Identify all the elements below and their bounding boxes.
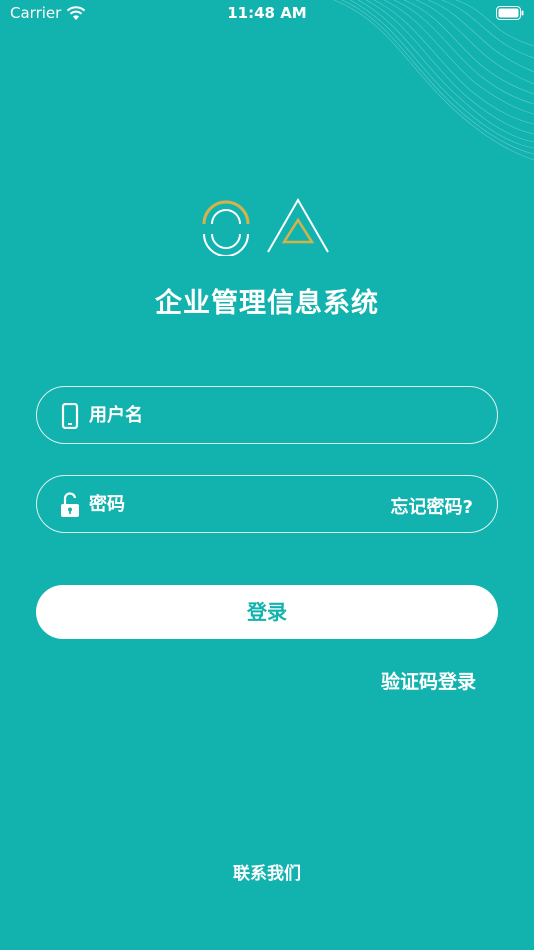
app-title: 企业管理信息系统 <box>155 288 379 319</box>
decorative-waves <box>333 0 534 161</box>
lock-icon <box>61 492 79 517</box>
password-field[interactable]: 密码 忘记密码? <box>36 475 498 533</box>
login-button[interactable]: 登录 <box>36 585 498 639</box>
forgot-password-link[interactable]: 忘记密码? <box>391 493 473 519</box>
phone-icon <box>61 403 79 429</box>
oa-logo <box>202 197 329 256</box>
password-placeholder: 密码 <box>89 494 125 515</box>
username-field[interactable]: 用户名 <box>36 386 498 444</box>
sms-code-login-link[interactable]: 验证码登录 <box>381 667 476 694</box>
contact-us-link[interactable]: 联系我们 <box>0 859 534 884</box>
username-placeholder: 用户名 <box>89 405 143 426</box>
